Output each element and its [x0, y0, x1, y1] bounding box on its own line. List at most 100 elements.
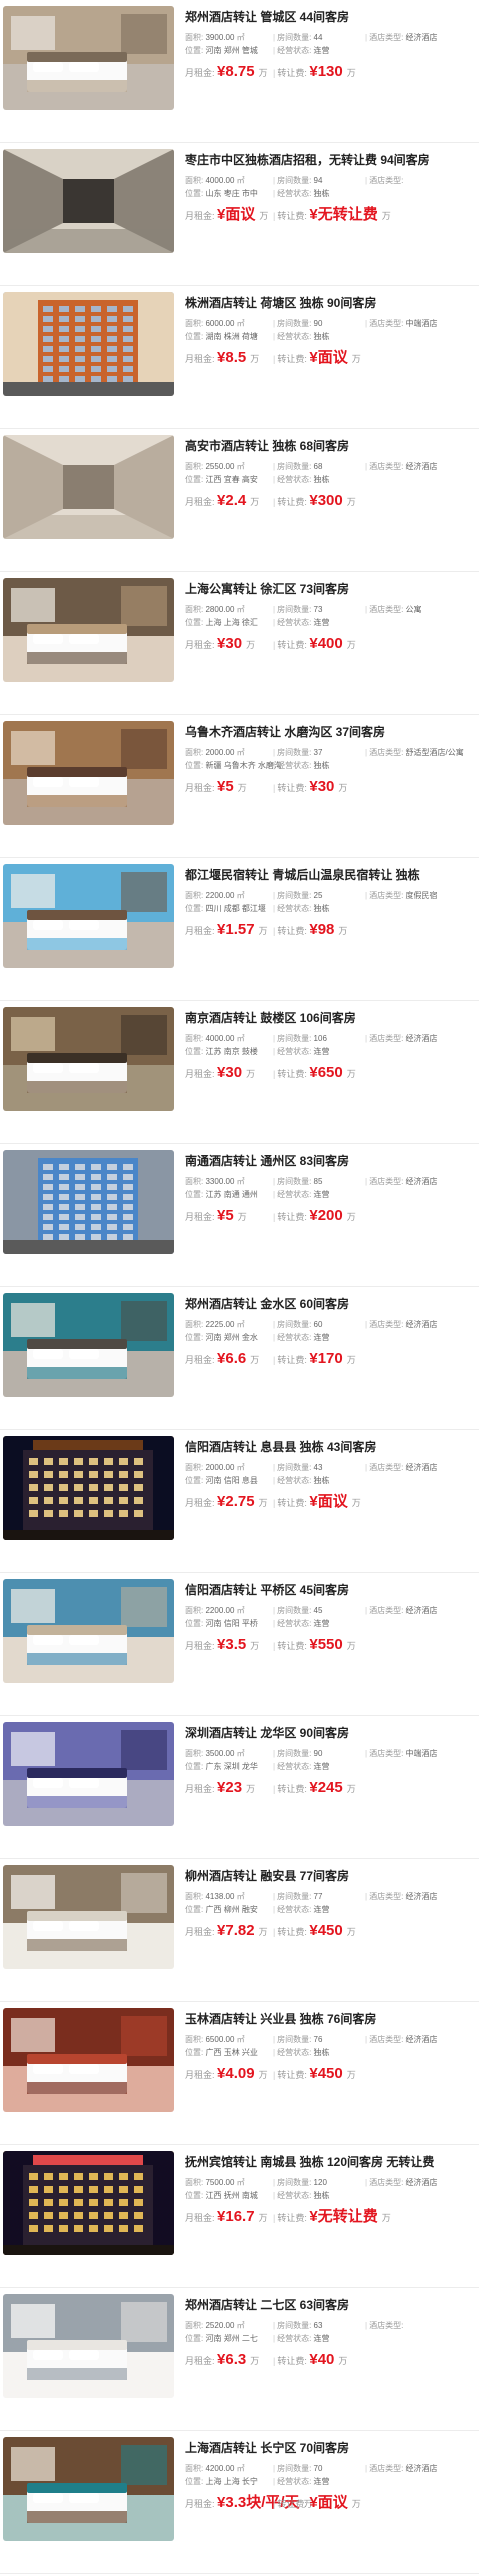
hotel-photo-image — [3, 6, 174, 110]
listing-attrs-row-1: 面积: 2200.00 ㎡ | 房间数量: 25 | 酒店类型: 度假民宿 — [185, 889, 477, 902]
listing-photo[interactable] — [3, 2437, 174, 2541]
listing-item-10[interactable]: 郑州酒店转让 金水区 60间客房 面积: 2225.00 ㎡ | 房间数量: 60… — [0, 1287, 479, 1430]
listing-item-15[interactable]: 玉林酒店转让 兴业县 独栋 76间客房 面积: 6500.00 ㎡ | 房间数量:… — [0, 2002, 479, 2145]
listing-item-6[interactable]: 乌鲁木齐酒店转让 水磨沟区 37间客房 面积: 2000.00 ㎡ | 房间数量:… — [0, 715, 479, 858]
listing-item-11[interactable]: 信阳酒店转让 息县县 独栋 43间客房 面积: 2000.00 ㎡ | 房间数量:… — [0, 1430, 479, 1573]
operation-label: 经营状态: — [277, 1905, 312, 1914]
listing-photo[interactable] — [3, 2008, 174, 2112]
listing-title[interactable]: 高安市酒店转让 独栋 68间客房 — [185, 439, 477, 454]
operation-value: 连营 — [313, 1047, 330, 1056]
listing-photo[interactable] — [3, 1293, 174, 1397]
listing-attrs-row-1: 面积: 4200.00 ㎡ | 房间数量: 70 | 酒店类型: 经济酒店 — [185, 2462, 477, 2475]
listing-title[interactable]: 郑州酒店转让 二七区 63间客房 — [185, 2298, 477, 2313]
listing-attrs-row-1: 面积: 2000.00 ㎡ | 房间数量: 43 | 酒店类型: 经济酒店 — [185, 1461, 477, 1474]
listing-title[interactable]: 信阳酒店转让 平桥区 45间客房 — [185, 1583, 477, 1598]
listing-photo[interactable] — [3, 1436, 174, 1540]
listing-item-14[interactable]: 柳州酒店转让 融安县 77间客房 面积: 4138.00 ㎡ | 房间数量: 77… — [0, 1859, 479, 2002]
listing-item-8[interactable]: 南京酒店转让 鼓楼区 106间客房 面积: 4000.00 ㎡ | 房间数量: 1… — [0, 1001, 479, 1144]
listing-photo[interactable] — [3, 6, 174, 110]
listing-photo[interactable] — [3, 1865, 174, 1969]
listing-title[interactable]: 南京酒店转让 鼓楼区 106间客房 — [185, 1011, 477, 1026]
listing-item-16[interactable]: 抚州宾馆转让 南城县 独栋 120间客房 无转让费 面积: 7500.00 ㎡ … — [0, 2145, 479, 2288]
listing-title[interactable]: 枣庄市中区独栋酒店招租，无转让费 94间客房 — [185, 153, 477, 168]
listing-title[interactable]: 信阳酒店转让 息县县 独栋 43间客房 — [185, 1440, 477, 1455]
listing-title[interactable]: 乌鲁木齐酒店转让 水磨沟区 37间客房 — [185, 725, 477, 740]
listing-title[interactable]: 郑州酒店转让 管城区 44间客房 — [185, 10, 477, 25]
type-label: 酒店类型: — [369, 319, 404, 328]
listing-item-18[interactable]: 上海酒店转让 长宁区 70间客房 面积: 4200.00 ㎡ | 房间数量: 70… — [0, 2431, 479, 2574]
listing-photo[interactable] — [3, 578, 174, 682]
listing-photo[interactable] — [3, 2151, 174, 2255]
transfer-value: ¥30 — [309, 778, 335, 795]
listing-photo[interactable] — [3, 864, 174, 968]
operation-value: 连营 — [313, 618, 330, 627]
hotel-photo-image — [3, 435, 174, 539]
listing-title[interactable]: 上海酒店转让 长宁区 70间客房 — [185, 2441, 477, 2456]
listing-item-2[interactable]: 枣庄市中区独栋酒店招租，无转让费 94间客房 面积: 4000.00 ㎡ | 房间… — [0, 143, 479, 286]
listing-title[interactable]: 抚州宾馆转让 南城县 独栋 120间客房 无转让费 — [185, 2155, 477, 2170]
listing-attrs-row-1: 面积: 2000.00 ㎡ | 房间数量: 37 | 酒店类型: 舒适型酒店/公寓 — [185, 746, 477, 759]
area-value: 2800.00 — [205, 605, 235, 614]
divider: | — [273, 1463, 276, 1472]
divider: | — [273, 1619, 276, 1628]
listing-photo[interactable] — [3, 1150, 174, 1254]
hotel-photo-image — [3, 2008, 174, 2112]
location-value: 河南 郑州 管城 — [205, 46, 258, 55]
rooms-label: 房间数量: — [277, 1749, 312, 1758]
operation-value: 连营 — [313, 46, 330, 55]
listing-title[interactable]: 上海公寓转让 徐汇区 73间客房 — [185, 582, 477, 597]
listing-title[interactable]: 株洲酒店转让 荷塘区 独栋 90间客房 — [185, 296, 477, 311]
area-label: 面积: — [185, 891, 204, 900]
divider: | — [273, 1892, 276, 1901]
listing-photo[interactable] — [3, 435, 174, 539]
listing-item-7[interactable]: 都江堰民宿转让 青城后山温泉民宿转让 独栋 面积: 2200.00 ㎡ | 房间数… — [0, 858, 479, 1001]
listing-attrs-row-2: 位置: 湖南 株洲 荷塘 | 经营状态: 独栋 — [185, 330, 477, 343]
rent-label: 月租金: — [185, 1784, 215, 1794]
listing-item-12[interactable]: 信阳酒店转让 平桥区 45间客房 面积: 2200.00 ㎡ | 房间数量: 45… — [0, 1573, 479, 1716]
listing-item-9[interactable]: 南通酒店转让 通州区 83间客房 面积: 3300.00 ㎡ | 房间数量: 85… — [0, 1144, 479, 1287]
area-label: 面积: — [185, 462, 204, 471]
rooms-label: 房间数量: — [277, 1034, 312, 1043]
type-value: 经济酒店 — [405, 1463, 438, 1472]
listing-photo[interactable] — [3, 721, 174, 825]
divider: | — [273, 2356, 276, 2366]
listing-item-4[interactable]: 高安市酒店转让 独栋 68间客房 面积: 2550.00 ㎡ | 房间数量: 68… — [0, 429, 479, 572]
listing-photo[interactable] — [3, 1722, 174, 1826]
listing-title[interactable]: 柳州酒店转让 融安县 77间客房 — [185, 1869, 477, 1884]
divider: | — [273, 1606, 276, 1615]
listing-title[interactable]: 深圳酒店转让 龙华区 90间客房 — [185, 1726, 477, 1741]
listing-item-17[interactable]: 郑州酒店转让 二七区 63间客房 面积: 2520.00 ㎡ | 房间数量: 63… — [0, 2288, 479, 2431]
transfer-value: ¥650 — [309, 1064, 343, 1081]
price-row: 月租金: ¥5 万 | 转让费: ¥30 万 — [185, 776, 477, 798]
listing-item-13[interactable]: 深圳酒店转让 龙华区 90间客房 面积: 3500.00 ㎡ | 房间数量: 90… — [0, 1716, 479, 1859]
operation-label: 经营状态: — [277, 1762, 312, 1771]
listing-info: 信阳酒店转让 息县县 独栋 43间客房 面积: 2000.00 ㎡ | 房间数量:… — [185, 1440, 477, 1513]
location-value: 广西 柳州 融安 — [205, 1905, 258, 1914]
hotel-photo-image — [3, 2437, 174, 2541]
listing-item-5[interactable]: 上海公寓转让 徐汇区 73间客房 面积: 2800.00 ㎡ | 房间数量: 73… — [0, 572, 479, 715]
sqm-unit: ㎡ — [236, 1034, 245, 1043]
listing-item-1[interactable]: 郑州酒店转让 管城区 44间客房 面积: 3900.00 ㎡ | 房间数量: 44… — [0, 0, 479, 143]
listing-title[interactable]: 南通酒店转让 通州区 83间客房 — [185, 1154, 477, 1169]
divider: | — [365, 605, 368, 614]
listing-photo[interactable] — [3, 149, 174, 253]
divider: | — [273, 2070, 276, 2080]
transfer-unit: 万 — [338, 926, 348, 936]
rent-unit: 万 — [258, 2070, 268, 2080]
location-label: 位置: — [185, 46, 204, 55]
location-value: 江西 宜春 高安 — [205, 475, 258, 484]
divider: | — [365, 2321, 368, 2330]
rooms-value: 90 — [313, 319, 323, 328]
listing-photo[interactable] — [3, 2294, 174, 2398]
listing-title[interactable]: 都江堰民宿转让 青城后山温泉民宿转让 独栋 — [185, 868, 477, 883]
listing-photo[interactable] — [3, 292, 174, 396]
listing-item-3[interactable]: 株洲酒店转让 荷塘区 独栋 90间客房 面积: 6000.00 ㎡ | 房间数量:… — [0, 286, 479, 429]
price-row: 月租金: ¥面议万 | 转让费: ¥无转让费万 — [185, 204, 477, 226]
listing-photo[interactable] — [3, 1007, 174, 1111]
listing-title[interactable]: 玉林酒店转让 兴业县 独栋 76间客房 — [185, 2012, 477, 2027]
listing-photo[interactable] — [3, 1579, 174, 1683]
rent-value: ¥5 — [217, 1207, 234, 1224]
operation-value: 独栋 — [313, 189, 330, 198]
listing-title[interactable]: 郑州酒店转让 金水区 60间客房 — [185, 1297, 477, 1312]
type-label: 酒店类型: — [369, 2035, 404, 2044]
